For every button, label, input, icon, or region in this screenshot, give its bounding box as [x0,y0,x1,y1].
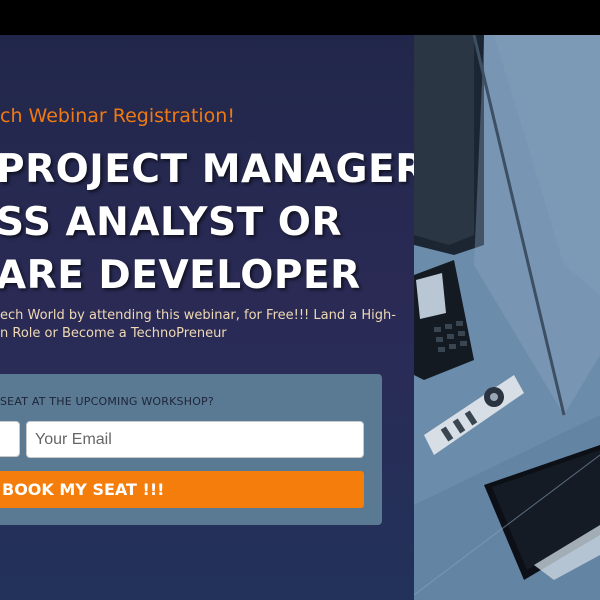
email-field[interactable] [26,421,364,458]
hero-subtitle: ch Webinar Registration! [0,105,235,127]
headline-line-1: PROJECT MANAGER, [0,147,414,192]
landing-page: ch Webinar Registration! PROJECT MANAGER… [0,0,600,600]
book-seat-button[interactable]: BOOK MY SEAT !!! [0,471,364,508]
hero-headline: PROJECT MANAGER, SS ANALYST OR ARE DEVEL… [0,143,414,302]
headline-line-2: SS ANALYST OR [0,200,342,245]
hero-panel: ch Webinar Registration! PROJECT MANAGER… [0,35,414,600]
registration-form: SEAT AT THE UPCOMING WORKSHOP? BOOK MY S… [0,374,382,525]
desk-photo-illustration [414,35,600,600]
name-field[interactable] [0,421,20,457]
headline-line-3: ARE DEVELOPER [0,253,361,298]
hero-description-line-1: ech World by attending this webinar, for… [0,308,396,323]
desk-photo [414,35,600,600]
hero-description: ech World by attending this webinar, for… [0,307,414,343]
form-title: SEAT AT THE UPCOMING WORKSHOP? [0,395,214,408]
hero-description-line-2: n Role or Become a TechnoPreneur [0,326,227,341]
